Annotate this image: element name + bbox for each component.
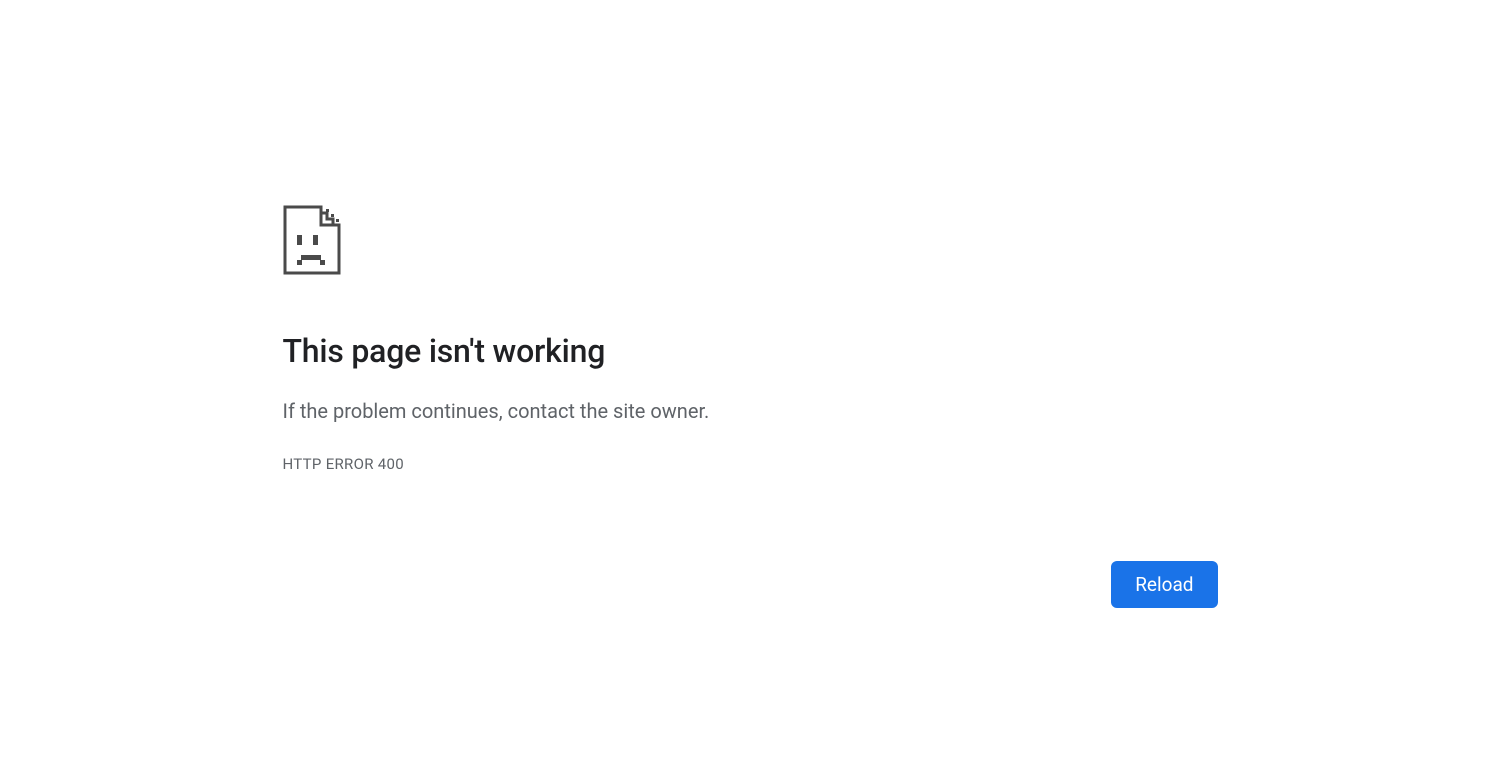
- error-page-container: This page isn't working If the problem c…: [283, 0, 1218, 473]
- error-title: This page isn't working: [283, 331, 1218, 371]
- error-message: If the problem continues, contact the si…: [283, 397, 1218, 425]
- button-row: Reload: [1111, 561, 1217, 608]
- sad-page-icon: [283, 205, 1218, 275]
- reload-button[interactable]: Reload: [1111, 561, 1217, 608]
- error-code: HTTP ERROR 400: [283, 455, 1218, 473]
